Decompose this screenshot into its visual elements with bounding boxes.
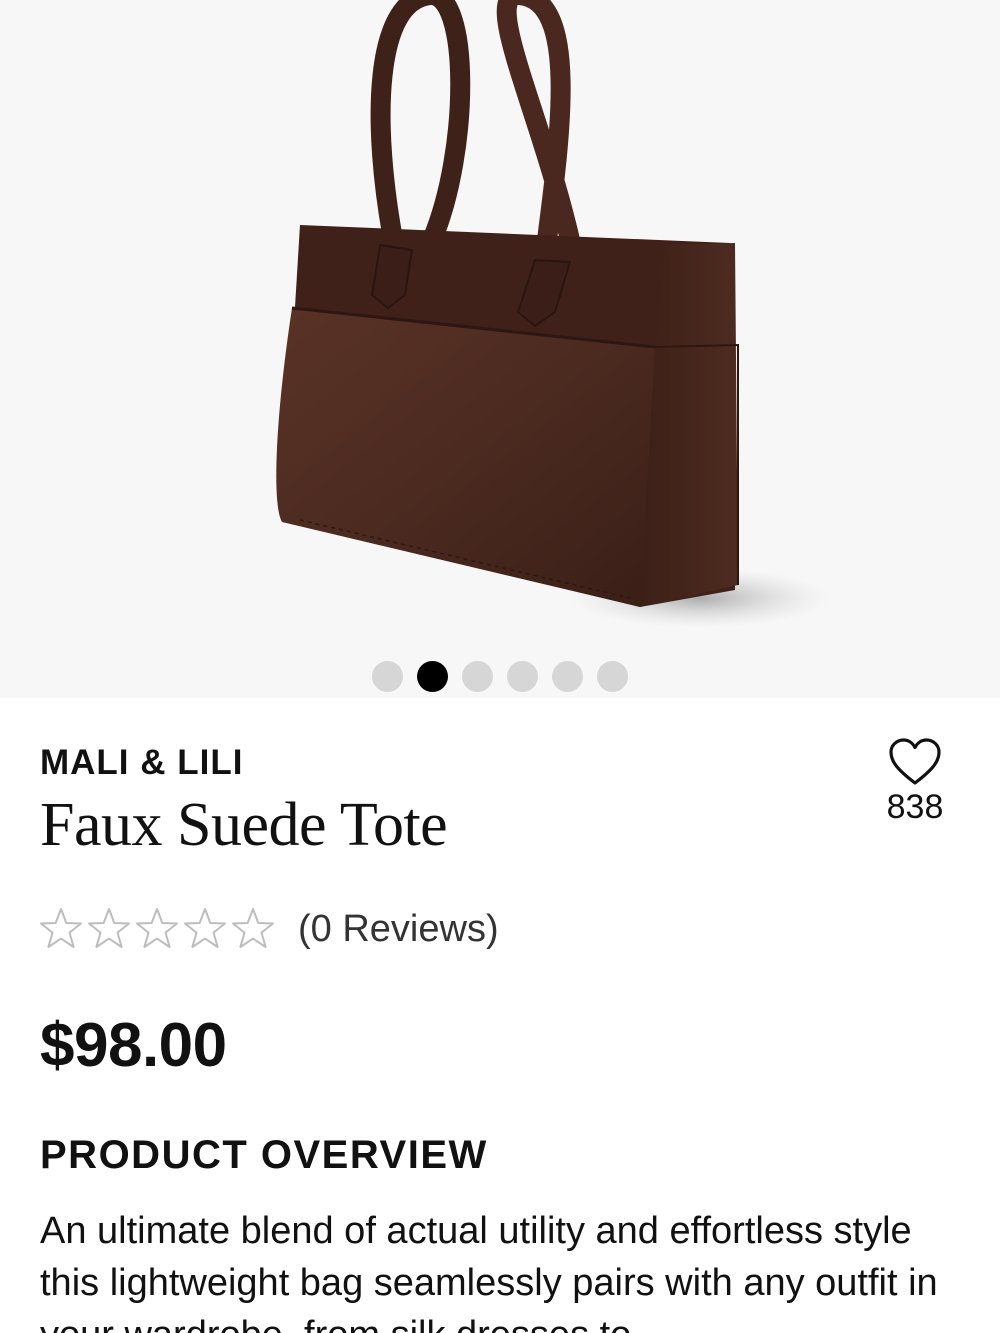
gallery-pagination bbox=[0, 661, 1000, 693]
gallery-dot-2-active[interactable] bbox=[417, 661, 448, 692]
product-overview-heading: PRODUCT OVERVIEW bbox=[40, 1133, 488, 1177]
star-empty-icon bbox=[136, 908, 178, 948]
star-empty-icon bbox=[40, 908, 82, 948]
gallery-dot-5[interactable] bbox=[552, 661, 583, 692]
gallery-dot-3[interactable] bbox=[462, 661, 493, 692]
gallery-dot-1[interactable] bbox=[372, 661, 403, 692]
wishlist-button[interactable]: 838 bbox=[870, 738, 960, 838]
product-price: $98.00 bbox=[40, 1011, 227, 1080]
heart-icon bbox=[889, 738, 941, 785]
brand-name[interactable]: MALI & LILI bbox=[40, 743, 243, 783]
gallery-dot-4[interactable] bbox=[507, 661, 538, 692]
product-title: Faux Suede Tote bbox=[40, 791, 448, 859]
product-image bbox=[276, 0, 830, 628]
wishlist-count: 838 bbox=[886, 788, 944, 826]
star-empty-icon bbox=[232, 908, 274, 948]
reviews-link[interactable]: (0 Reviews) bbox=[298, 908, 499, 951]
star-empty-icon bbox=[88, 908, 130, 948]
rating-summary[interactable]: (0 Reviews) bbox=[38, 906, 499, 952]
product-image-gallery[interactable] bbox=[0, 0, 1000, 698]
product-overview-text: An ultimate blend of actual utility and … bbox=[40, 1210, 938, 1333]
star-empty-icon bbox=[184, 908, 226, 948]
gallery-dot-6[interactable] bbox=[597, 661, 628, 692]
star-rating bbox=[38, 906, 276, 952]
